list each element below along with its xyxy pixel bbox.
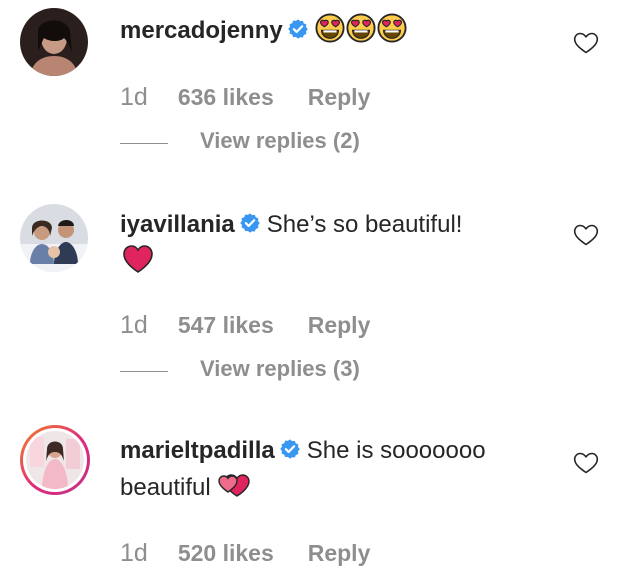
comment-username[interactable]: marieltpadilla <box>120 437 275 464</box>
comment-meta: 1d 547 likes Reply <box>120 311 370 341</box>
view-replies-button[interactable]: View replies (3) <box>200 356 360 382</box>
heart-eyes-emoji-icon <box>315 13 345 43</box>
avatar-story-ring[interactable] <box>20 425 90 495</box>
comment-username[interactable]: mercadojenny <box>120 17 283 44</box>
verified-badge-icon <box>239 212 261 234</box>
avatar-photo <box>20 204 88 272</box>
reply-button[interactable]: Reply <box>308 312 371 339</box>
reply-button[interactable]: Reply <box>308 540 371 567</box>
replies-divider <box>120 143 168 144</box>
heart-eyes-emoji-icon <box>377 13 407 43</box>
verified-badge-icon <box>279 438 301 460</box>
avatar-photo <box>20 8 88 76</box>
comment-body: iyavillania She’s so beautiful! <box>120 206 560 280</box>
avatar[interactable] <box>20 204 88 272</box>
verified-badge-icon <box>287 18 309 40</box>
comment-meta: 1d 636 likes Reply <box>120 83 370 113</box>
red-heart-emoji-icon <box>122 244 154 274</box>
comment-item: mercadojenny 1d 636 likes Reply View repli… <box>0 0 640 200</box>
comment-text: She’s so beautiful! <box>266 211 463 238</box>
comment-meta: 1d 520 likes Reply <box>120 539 370 569</box>
comment-likes[interactable]: 520 likes <box>178 540 274 567</box>
replies-divider <box>120 371 168 372</box>
heart-eyes-emoji-icon <box>346 13 376 43</box>
avatar-photo <box>26 431 84 489</box>
view-replies-button[interactable]: View replies (2) <box>200 128 360 154</box>
comment-likes[interactable]: 547 likes <box>178 312 274 339</box>
comment-body: marieltpadilla She is sooooooo beautiful <box>120 432 560 506</box>
two-hearts-emoji-icon <box>218 474 251 497</box>
comment-time[interactable]: 1d <box>120 83 148 112</box>
comment-text: She is sooooooo <box>306 437 486 464</box>
reply-button[interactable]: Reply <box>308 84 371 111</box>
like-comment-heart-icon[interactable] <box>573 31 599 55</box>
comment-time[interactable]: 1d <box>120 539 148 568</box>
comment-item: iyavillania She’s so beautiful! 1d 547 lik… <box>0 200 640 400</box>
comment-username[interactable]: iyavillania <box>120 211 235 238</box>
like-comment-heart-icon[interactable] <box>573 451 599 475</box>
comment-text-continued: beautiful <box>120 474 211 501</box>
comment-item: marieltpadilla She is sooooooo beautiful … <box>0 420 640 586</box>
avatar[interactable] <box>20 8 88 76</box>
comment-body: mercadojenny <box>120 12 560 49</box>
comment-time[interactable]: 1d <box>120 311 148 340</box>
like-comment-heart-icon[interactable] <box>573 223 599 247</box>
avatar <box>23 428 87 492</box>
comment-likes[interactable]: 636 likes <box>178 84 274 111</box>
